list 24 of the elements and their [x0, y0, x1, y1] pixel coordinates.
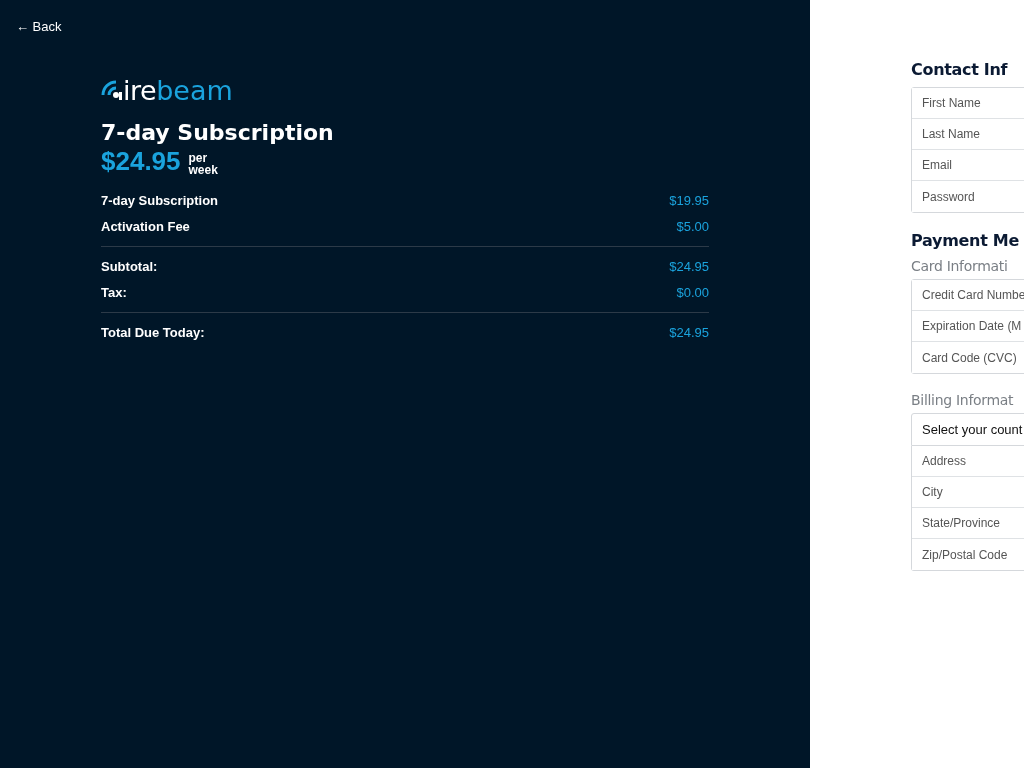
plan-price: $24.95: [101, 146, 181, 178]
line-amount: $19.95: [669, 192, 709, 208]
section-heading: Contact Inf: [911, 60, 1009, 79]
plan-title: 7-day Subscription: [101, 120, 335, 147]
period-text: per: [188, 152, 208, 165]
logo-text: ire: [123, 77, 157, 104]
line-label: Subtotal:: [101, 258, 158, 274]
line-label: Total Due Today:: [101, 324, 205, 340]
subsection-heading: Card Informati: [911, 258, 1009, 274]
line-label: 7-day Subscription: [101, 192, 219, 208]
wifi-logo-icon: [101, 80, 123, 102]
section-heading: Payment Me: [911, 231, 1020, 250]
line-amount: $0.00: [676, 284, 709, 300]
back-link[interactable]: ← Back: [16, 19, 62, 34]
input-field[interactable]: Credit Card Numbe: [912, 280, 1024, 311]
input-field[interactable]: First Name: [912, 88, 1024, 119]
line-amount: $24.95: [669, 324, 709, 340]
period-text: week: [188, 164, 218, 177]
line-amount: $24.95: [669, 258, 709, 274]
line-label: Tax:: [101, 284, 127, 300]
subsection-heading: Billing Informat: [911, 392, 1015, 408]
line-label: Activation Fee: [101, 218, 190, 234]
logo-text: beam: [156, 77, 233, 104]
line-amount: $5.00: [676, 218, 709, 234]
